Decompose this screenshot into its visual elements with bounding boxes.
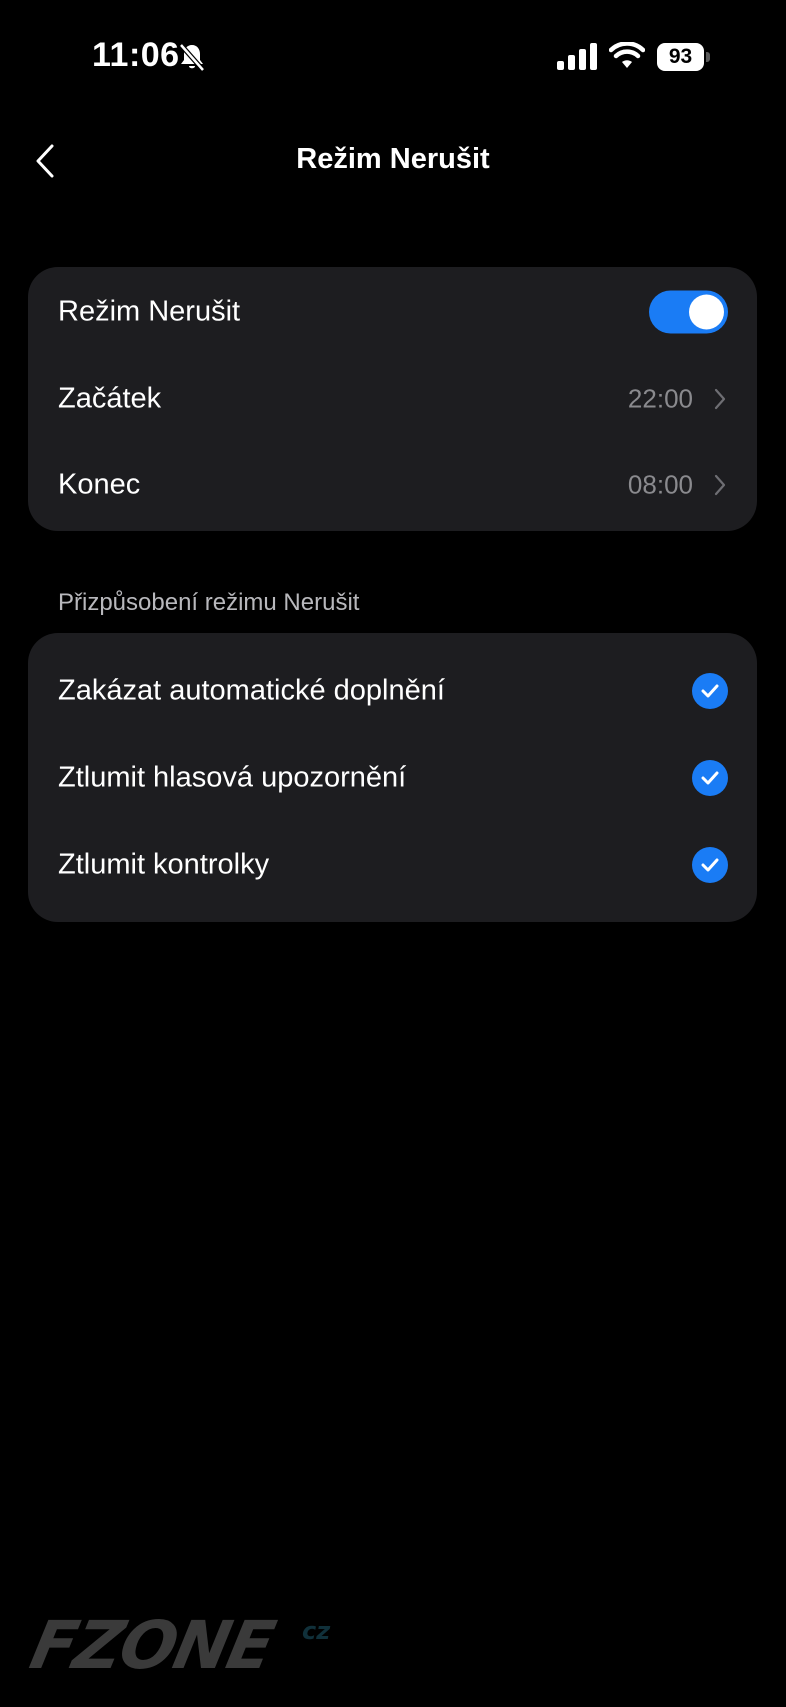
wifi-icon xyxy=(609,42,645,68)
watermark-suffix: cz xyxy=(302,1617,331,1645)
end-time-value: 08:00 xyxy=(627,469,693,500)
dnd-toggle-label: Režim Nerušit xyxy=(58,295,241,328)
end-time-row[interactable]: Konec 08:00 xyxy=(28,442,757,528)
toggle-knob xyxy=(689,294,724,330)
list-item[interactable]: Ztlumit kontrolky xyxy=(28,822,757,908)
dnd-toggle-switch[interactable] xyxy=(649,290,728,334)
list-item[interactable]: Ztlumit hlasová upozornění xyxy=(28,735,757,821)
status-bar: 11:06 93 xyxy=(0,0,786,115)
dnd-toggle-row[interactable]: Režim Nerušit xyxy=(28,269,757,355)
section-header: Přizpůsobení režimu Nerušit xyxy=(58,589,360,616)
battery-tip xyxy=(706,52,710,62)
dnd-custom-card: Zakázat automatické doplnění Ztlumit hla… xyxy=(28,633,757,922)
list-item[interactable]: Zakázat automatické doplnění xyxy=(28,648,757,734)
chevron-right-icon xyxy=(714,474,726,496)
checkmark-icon[interactable] xyxy=(692,673,728,709)
option-label: Ztlumit kontrolky xyxy=(58,848,270,881)
start-time-row[interactable]: Začátek 22:00 xyxy=(28,356,757,442)
checkmark-icon[interactable] xyxy=(692,847,728,883)
start-time-label: Začátek xyxy=(58,382,162,415)
watermark-logo: FZONE cz xyxy=(24,1607,352,1684)
battery-level: 93 xyxy=(657,43,704,71)
signal-icon xyxy=(557,43,597,70)
end-time-label: Konec xyxy=(58,468,141,501)
bell-muted-icon xyxy=(179,43,205,72)
checkmark-icon[interactable] xyxy=(692,760,728,796)
option-label: Ztlumit hlasová upozornění xyxy=(58,761,407,794)
option-label: Zakázat automatické doplnění xyxy=(58,674,445,707)
status-time: 11:06 xyxy=(92,36,180,74)
battery-icon: 93 xyxy=(657,43,710,71)
page-title: Režim Nerušit xyxy=(296,143,490,175)
watermark-brand: FZONE xyxy=(23,1607,280,1684)
start-time-value: 22:00 xyxy=(627,383,693,414)
dnd-settings-card: Režim Nerušit Začátek 22:00 Konec 08:00 xyxy=(28,267,757,531)
chevron-right-icon xyxy=(714,388,726,410)
